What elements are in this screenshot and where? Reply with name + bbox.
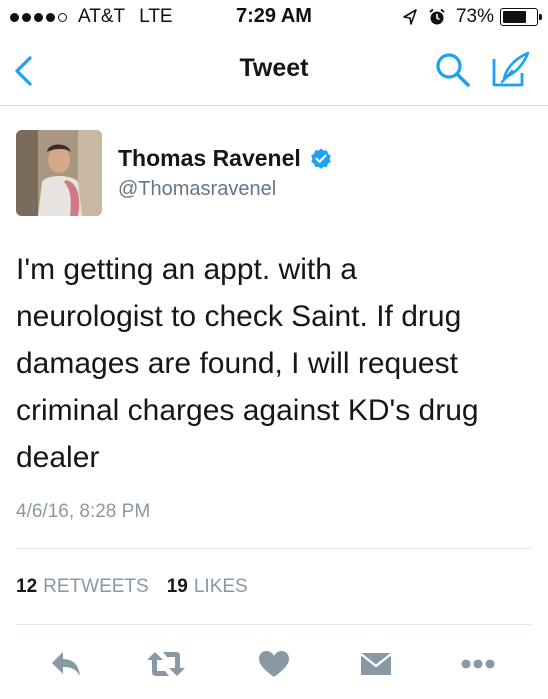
status-bar: AT&T LTE 7:29 AM 73%: [0, 0, 548, 34]
status-right: 73%: [402, 6, 542, 28]
tweet-text-line: I'm getting an appt. with a: [16, 253, 357, 286]
divider: [16, 548, 532, 549]
search-button[interactable]: [434, 51, 472, 89]
search-icon: [436, 53, 470, 87]
author-avatar[interactable]: [16, 130, 102, 216]
direct-message-button[interactable]: [356, 646, 396, 682]
tweet-stats: 12 RETWEETS 19 LIKES: [16, 576, 266, 598]
retweets-count: 12: [16, 576, 38, 597]
retweet-icon: [147, 652, 185, 676]
reply-icon: [52, 652, 80, 676]
tweet-text-line: neurologist to check Saint. If drug: [16, 300, 462, 333]
compose-feather-icon: [492, 51, 530, 87]
author-name[interactable]: Thomas Ravenel: [118, 145, 301, 172]
retweets-label: RETWEETS: [43, 576, 149, 597]
like-button[interactable]: [254, 646, 294, 682]
reply-button[interactable]: [46, 646, 86, 682]
location-arrow-icon: [402, 8, 418, 26]
avatar-photo-icon: [16, 130, 102, 216]
likes-count: 19: [166, 576, 188, 597]
heart-icon: [259, 651, 289, 677]
tweet-text-line: dealer: [16, 441, 100, 474]
tweet-action-bar: [0, 640, 548, 690]
navigation-bar: Tweet: [0, 34, 548, 106]
more-dots-icon: [461, 659, 495, 669]
retweet-button[interactable]: [143, 646, 189, 682]
compose-tweet-button[interactable]: [490, 49, 532, 89]
tweet-text-line: criminal charges against KD's drug: [16, 394, 479, 427]
envelope-icon: [360, 653, 392, 675]
tweet-text: I'm getting an appt. with a neurologist …: [16, 246, 536, 481]
tweet-timestamp: 4/6/16, 8:28 PM: [16, 501, 151, 522]
tweet-text-line: damages are found, I will request: [16, 347, 458, 380]
battery-percent: 73%: [455, 6, 494, 27]
author-name-row[interactable]: Thomas Ravenel: [118, 145, 333, 172]
more-options-button[interactable]: [456, 646, 500, 682]
likes-label: LIKES: [193, 576, 248, 597]
likes-stat[interactable]: 19 LIKES: [167, 576, 248, 598]
author-handle[interactable]: @Thomasravenel: [118, 178, 276, 201]
verified-badge-icon: [309, 147, 333, 171]
battery-icon: [500, 8, 542, 26]
divider: [16, 624, 532, 625]
alarm-clock-icon: [428, 8, 446, 26]
retweets-stat[interactable]: 12 RETWEETS: [16, 576, 149, 598]
